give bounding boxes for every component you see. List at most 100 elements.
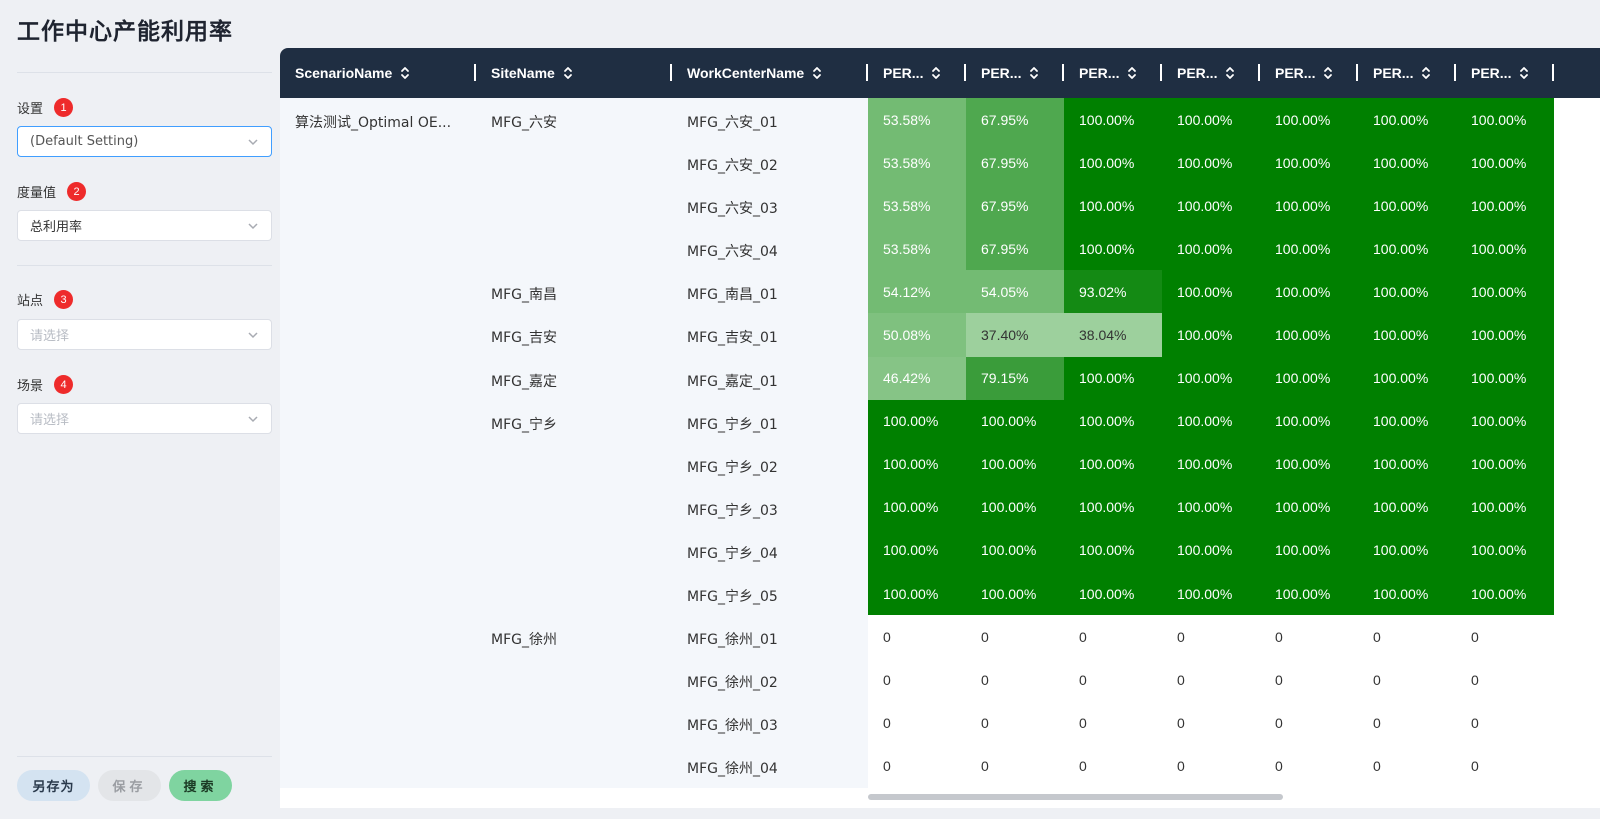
column-header[interactable]: ScenarioName — [280, 48, 476, 98]
utilization-cell: 0 — [1358, 615, 1456, 659]
utilization-cell: 100.00% — [1358, 572, 1456, 616]
sort-icon[interactable] — [812, 66, 822, 80]
save-as-button[interactable]: 另存为 — [17, 770, 90, 801]
utilization-cell: 0 — [966, 701, 1064, 745]
scenario-select[interactable]: 请选择 — [17, 403, 272, 434]
sort-icon[interactable] — [1029, 66, 1039, 80]
utilization-cell: 100.00% — [1260, 313, 1358, 357]
column-header[interactable]: PER... — [966, 48, 1064, 98]
utilization-cell: 100.00% — [1456, 572, 1554, 616]
utilization-cell: 0 — [1162, 744, 1260, 788]
column-header-label: PER... — [1373, 65, 1414, 81]
utilization-cell: 0 — [1260, 744, 1358, 788]
utilization-cell: 0 — [1260, 701, 1358, 745]
utilization-cell: 100.00% — [1358, 485, 1456, 529]
site-cell — [476, 658, 672, 702]
utilization-cell: 100.00% — [1260, 270, 1358, 314]
utilization-cell: 53.58% — [868, 141, 966, 185]
table-row: MFG_徐州_04 0 0 0 0 0 0 0 — [280, 744, 1600, 788]
table-header: ScenarioName SiteName WorkCenterName PER...… — [280, 48, 1600, 98]
scenario-cell — [280, 270, 476, 314]
measure-select[interactable]: 总利用率 — [17, 210, 272, 241]
step-badge-4: 4 — [54, 375, 74, 394]
scenario-cell — [280, 313, 476, 357]
setting-label: 设置 1 — [17, 98, 74, 117]
divider — [17, 72, 272, 73]
column-resize-handle[interactable] — [1552, 64, 1554, 81]
table-row: MFG_吉安 MFG_吉安_01 50.08% 37.40% 38.04% 100.00%… — [280, 313, 1600, 357]
workcenter-cell: MFG_宁乡_02 — [672, 442, 868, 486]
column-header[interactable]: PER... — [868, 48, 966, 98]
chevron-down-icon — [248, 222, 258, 229]
utilization-cell: 100.00% — [868, 399, 966, 443]
scenario-select-placeholder: 请选择 — [30, 413, 70, 428]
utilization-cell: 0 — [1064, 615, 1162, 659]
utilization-cell: 100.00% — [1162, 442, 1260, 486]
utilization-cell: 0 — [868, 744, 966, 788]
scenario-cell — [280, 184, 476, 228]
workcenter-cell: MFG_嘉定_01 — [672, 356, 868, 400]
column-header-label: PER... — [883, 65, 924, 81]
column-header-label: PER... — [1177, 65, 1218, 81]
utilization-cell: 54.12% — [868, 270, 966, 314]
sort-icon[interactable] — [1421, 66, 1431, 80]
site-cell — [476, 141, 672, 185]
utilization-cell: 100.00% — [1260, 141, 1358, 185]
utilization-cell: 100.00% — [1064, 399, 1162, 443]
step-badge-1: 1 — [54, 98, 74, 117]
table-row: MFG_嘉定 MFG_嘉定_01 46.42% 79.15% 100.00% 100.00… — [280, 356, 1600, 400]
site-select[interactable]: 请选择 — [17, 319, 272, 350]
column-header[interactable]: PER... — [1456, 48, 1554, 98]
workcenter-cell: MFG_六安_02 — [672, 141, 868, 185]
utilization-cell: 54.05% — [966, 270, 1064, 314]
column-header[interactable]: PER... — [1358, 48, 1456, 98]
column-header[interactable]: SiteName — [476, 48, 672, 98]
horizontal-scrollbar[interactable] — [868, 794, 1283, 800]
sort-icon[interactable] — [563, 66, 573, 80]
column-header[interactable]: PER... — [1260, 48, 1358, 98]
utilization-cell: 53.58% — [868, 184, 966, 228]
scenario-cell — [280, 485, 476, 529]
save-button[interactable]: 保存 — [98, 770, 161, 801]
search-button[interactable]: 搜索 — [169, 770, 232, 801]
table-row: MFG_南昌 MFG_南昌_01 54.12% 54.05% 93.02% 100.00%… — [280, 270, 1600, 314]
utilization-cell: 100.00% — [966, 442, 1064, 486]
column-header-label: PER... — [1471, 65, 1512, 81]
utilization-cell: 0 — [868, 701, 966, 745]
utilization-cell: 0 — [1260, 658, 1358, 702]
site-cell: MFG_六安 — [476, 98, 672, 142]
step-badge-2: 2 — [67, 182, 87, 201]
sort-icon[interactable] — [1127, 66, 1137, 80]
site-cell: MFG_南昌 — [476, 270, 672, 314]
divider — [17, 265, 272, 266]
sort-icon[interactable] — [1519, 66, 1529, 80]
utilization-cell: 100.00% — [1456, 356, 1554, 400]
workcenter-cell: MFG_南昌_01 — [672, 270, 868, 314]
utilization-cell: 100.00% — [1064, 141, 1162, 185]
column-header-label: PER... — [1275, 65, 1316, 81]
utilization-cell: 37.40% — [966, 313, 1064, 357]
utilization-cell: 100.00% — [1456, 442, 1554, 486]
utilization-cell: 100.00% — [1358, 399, 1456, 443]
utilization-cell: 0 — [1064, 744, 1162, 788]
utilization-cell: 100.00% — [966, 485, 1064, 529]
utilization-cell: 100.00% — [1358, 313, 1456, 357]
site-cell — [476, 528, 672, 573]
sort-icon[interactable] — [931, 66, 941, 80]
sort-icon[interactable] — [1225, 66, 1235, 80]
utilization-cell: 100.00% — [1064, 98, 1162, 142]
column-header[interactable]: PER... — [1162, 48, 1260, 98]
utilization-cell: 100.00% — [1162, 313, 1260, 357]
setting-select[interactable]: (Default Setting) — [17, 126, 272, 157]
scenario-cell — [280, 141, 476, 185]
sort-icon[interactable] — [400, 66, 410, 80]
utilization-cell: 67.95% — [966, 227, 1064, 271]
column-header[interactable]: PER... — [1064, 48, 1162, 98]
column-header[interactable]: WorkCenterName — [672, 48, 868, 98]
sort-icon[interactable] — [1323, 66, 1333, 80]
measure-select-value: 总利用率 — [30, 220, 83, 235]
utilization-cell: 0 — [1064, 701, 1162, 745]
utilization-cell: 100.00% — [1162, 184, 1260, 228]
scenario-label-text: 场景 — [17, 379, 44, 394]
utilization-cell: 38.04% — [1064, 313, 1162, 357]
